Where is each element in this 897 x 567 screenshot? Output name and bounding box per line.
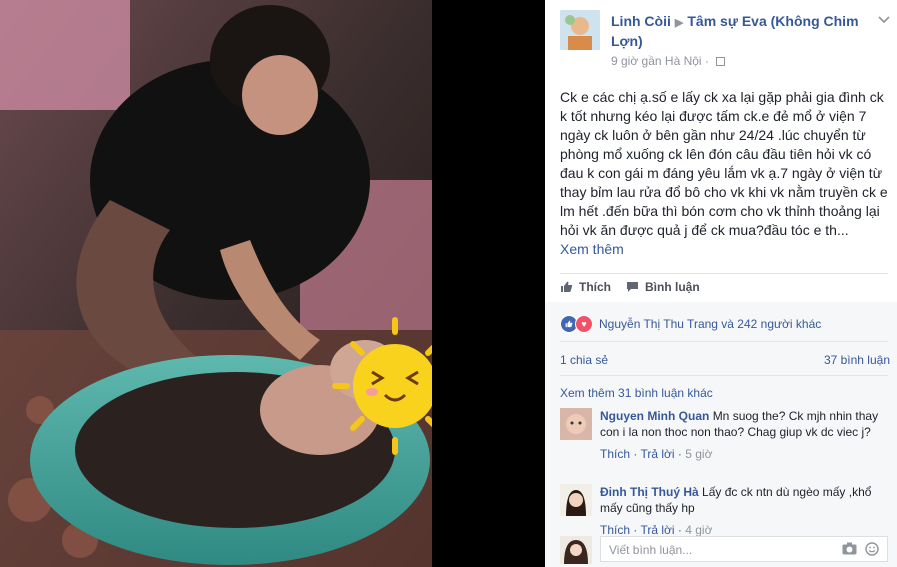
reactions-text[interactable]: Nguyễn Thị Thu Trang và 242 người khác: [599, 317, 821, 331]
comment-reply-link[interactable]: Trả lời: [640, 523, 674, 537]
avatar-image: [560, 536, 592, 564]
love-reaction-icon: ♥: [575, 315, 593, 333]
shares-count[interactable]: 1 chia sẻ: [560, 353, 608, 367]
comment-actions: Thích · Trả lời · 5 giờ: [600, 447, 713, 461]
post-panel: Linh Còii ▶ Tâm sự Eva (Không Chim Lợn) 9 …: [545, 0, 897, 567]
see-more-link[interactable]: Xem thêm: [560, 240, 890, 259]
comment-input-placeholder: Viết bình luận...: [609, 543, 693, 557]
comment-time[interactable]: 5 giờ: [685, 447, 712, 461]
comment-body: Nguyen Minh Quan Mn suog the? Ck mjh nhi…: [600, 408, 885, 462]
divider: [560, 273, 888, 274]
photo-letterbox: [432, 0, 545, 567]
arrow-right-icon: ▶: [674, 17, 684, 29]
thumb-up-icon: [561, 281, 573, 292]
see-more-comments-link[interactable]: Xem thêm 31 bình luận khác: [560, 386, 713, 400]
comment-reply-link[interactable]: Trả lời: [640, 447, 674, 461]
post-stats: 1 chia sẻ 37 bình luận: [560, 353, 890, 367]
commenter-avatar[interactable]: [560, 408, 592, 440]
reactions-row[interactable]: ♥ Nguyễn Thị Thu Trang và 242 người khác: [560, 315, 890, 333]
photo-illustration: [0, 0, 432, 567]
post-body: Ck e các chị ạ.số e lấy ck xa lại gặp ph…: [560, 88, 890, 259]
avatar-image: [560, 10, 600, 50]
comment-body: Đinh Thị Thuý Hà Lấy đc ck ntn dù ngèo m…: [600, 484, 885, 538]
divider: [560, 341, 888, 342]
author-name[interactable]: Linh Còii: [611, 13, 671, 29]
comment-time[interactable]: 4 giờ: [685, 523, 712, 537]
comment-input[interactable]: Viết bình luận...: [600, 536, 888, 562]
comment-button[interactable]: Bình luận: [626, 280, 700, 294]
chevron-down-icon[interactable]: [878, 15, 890, 25]
commenter-name[interactable]: Đinh Thị Thuý Hà: [600, 485, 699, 499]
sticker-icon[interactable]: [865, 542, 879, 556]
comments-count[interactable]: 37 bình luận: [824, 353, 890, 367]
avatar-image: [560, 484, 592, 516]
author-avatar[interactable]: [560, 10, 600, 50]
divider: [560, 375, 888, 376]
post-text: Ck e các chị ạ.số e lấy ck xa lại gặp ph…: [560, 89, 888, 238]
post-photo[interactable]: [0, 0, 432, 567]
commenter-avatar[interactable]: [560, 484, 592, 516]
post-meta-text[interactable]: 9 giờ gần Hà Nội ·: [611, 54, 709, 68]
post-header: Linh Còii ▶ Tâm sự Eva (Không Chim Lợn) 9 …: [560, 10, 890, 70]
like-button[interactable]: Thích: [560, 280, 611, 294]
post-meta: 9 giờ gần Hà Nội ·: [611, 54, 726, 68]
comment-input-icons: [842, 542, 879, 556]
current-user-avatar: [560, 536, 592, 564]
comment-like-link[interactable]: Thích: [600, 447, 630, 461]
avatar-image: [560, 408, 592, 440]
comment-icon: [627, 282, 638, 292]
comment-like-link[interactable]: Thích: [600, 523, 630, 537]
write-comment-row: Viết bình luận...: [560, 536, 890, 564]
location-icon: [716, 57, 726, 67]
comment-label: Bình luận: [645, 280, 700, 294]
post-title: Linh Còii ▶ Tâm sự Eva (Không Chim Lợn): [611, 12, 891, 50]
camera-icon[interactable]: [842, 542, 857, 555]
like-label: Thích: [579, 280, 611, 294]
commenter-name[interactable]: Nguyen Minh Quan: [600, 409, 709, 423]
action-bar: Thích Bình luận: [560, 280, 890, 298]
